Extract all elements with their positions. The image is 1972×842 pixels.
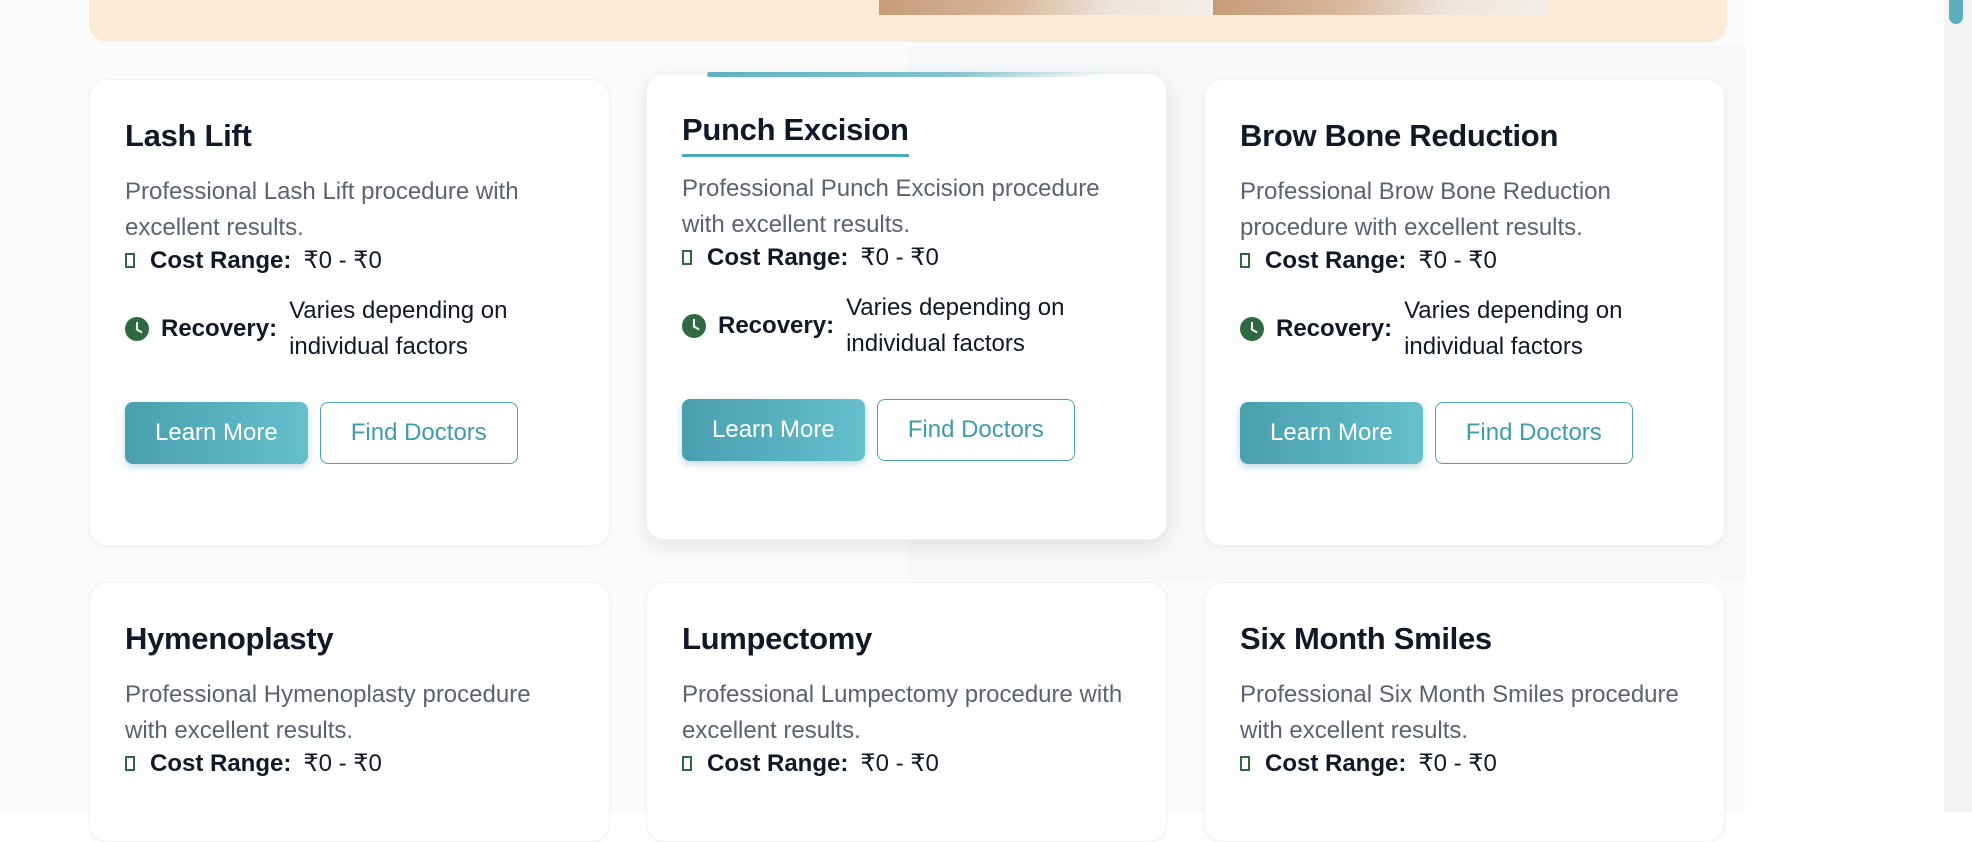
learn-more-button[interactable]: Learn More [682,399,865,461]
cost-range: Cost Range: ₹0 - ₹0 [682,243,1131,272]
find-doctors-button[interactable]: Find Doctors [876,399,1075,461]
card-actions: Learn More Find Doctors [125,402,574,464]
card-title: Brow Bone Reduction [1240,118,1559,153]
cost-range: Cost Range: ₹0 - ₹0 [1240,749,1689,778]
box-icon [682,250,692,265]
cost-value: ₹0 - ₹0 [1418,247,1497,274]
recovery-value: Varies depending on individual factors [289,297,508,360]
card-actions: Learn More Find Doctors [1240,402,1689,464]
cost-value: ₹0 - ₹0 [860,244,939,271]
cost-label: Cost Range: [1265,749,1407,777]
cost-range: Cost Range: ₹0 - ₹0 [682,749,1131,778]
recovery-label: Recovery: [1276,315,1393,342]
hero-banner [89,0,1727,42]
cost-value: ₹0 - ₹0 [303,247,382,274]
card-actions: Learn More Find Doctors [682,399,1131,461]
card-description: Professional Punch Excision procedure wi… [682,175,1100,238]
banner-image [1213,0,1547,15]
procedure-card-six-month-smiles: Six Month Smiles Professional Six Month … [1204,582,1725,842]
recovery-value: Varies depending on individual factors [1404,297,1623,360]
recovery-info: Recovery: Varies depending on individual… [1240,293,1689,365]
recovery-info: Recovery: Varies depending on individual… [125,293,574,365]
box-icon [682,756,692,771]
box-icon [125,756,135,771]
cost-range: Cost Range: ₹0 - ₹0 [125,749,574,778]
card-title: Six Month Smiles [1240,621,1492,656]
recovery-info: Recovery: Varies depending on individual… [682,290,1131,362]
cost-label: Cost Range: [1265,246,1407,274]
find-doctors-button[interactable]: Find Doctors [319,402,518,464]
clock-icon [1240,317,1264,341]
recovery-label: Recovery: [718,312,835,339]
cost-label: Cost Range: [150,246,292,274]
card-description: Professional Lumpectomy procedure with e… [682,681,1123,744]
procedure-card-lumpectomy: Lumpectomy Professional Lumpectomy proce… [646,582,1167,842]
box-icon [1240,253,1250,268]
banner-image [879,0,1213,15]
procedure-card-lash-lift: Lash Lift Professional Lash Lift procedu… [89,79,610,546]
scrollbar-thumb[interactable] [1949,0,1963,24]
cost-value: ₹0 - ₹0 [1418,750,1497,777]
scrollbar-track[interactable] [1944,0,1972,812]
cost-label: Cost Range: [150,749,292,777]
recovery-value: Varies depending on individual factors [846,294,1065,357]
cost-label: Cost Range: [707,243,849,271]
card-title: Lash Lift [125,118,252,153]
card-title: Lumpectomy [682,621,872,656]
procedure-card-hymenoplasty: Hymenoplasty Professional Hymenoplasty p… [89,582,610,842]
card-description: Professional Hymenoplasty procedure with… [125,681,531,744]
learn-more-button[interactable]: Learn More [1240,402,1423,464]
card-accent-line [707,72,1107,77]
clock-icon [682,314,706,338]
cost-value: ₹0 - ₹0 [860,750,939,777]
recovery-label: Recovery: [161,315,278,342]
box-icon [1240,756,1250,771]
card-description: Professional Six Month Smiles procedure … [1240,681,1679,744]
learn-more-button[interactable]: Learn More [125,402,308,464]
cost-value: ₹0 - ₹0 [303,750,382,777]
box-icon [125,253,135,268]
card-description: Professional Lash Lift procedure with ex… [125,178,519,241]
procedure-card-brow-bone-reduction: Brow Bone Reduction Professional Brow Bo… [1204,79,1725,546]
cost-range: Cost Range: ₹0 - ₹0 [125,246,574,275]
card-description: Professional Brow Bone Reduction procedu… [1240,178,1611,241]
find-doctors-button[interactable]: Find Doctors [1434,402,1633,464]
cost-range: Cost Range: ₹0 - ₹0 [1240,246,1689,275]
cost-label: Cost Range: [707,749,849,777]
procedure-card-punch-excision: Punch Excision Professional Punch Excisi… [646,72,1167,540]
card-title: Hymenoplasty [125,621,334,656]
clock-icon [125,317,149,341]
card-title: Punch Excision [682,112,909,157]
